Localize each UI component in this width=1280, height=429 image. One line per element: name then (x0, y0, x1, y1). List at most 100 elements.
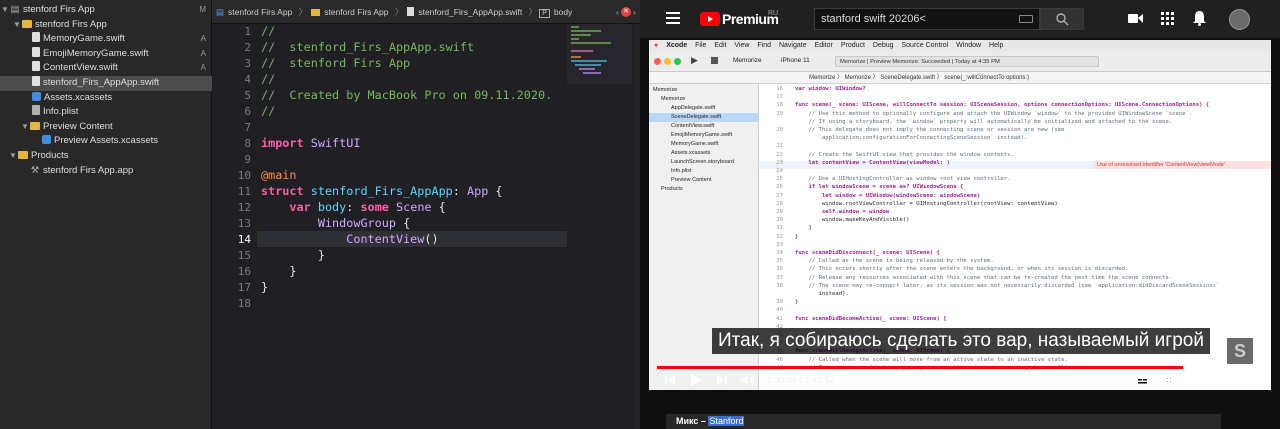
app-product-icon: ⚒ (30, 164, 40, 176)
line-number: 8 (244, 137, 251, 150)
nav-label: Info.plist (43, 106, 79, 118)
nav-item-group[interactable]: ▼ Products (0, 149, 212, 164)
nav-item-file[interactable]: ⚒ stenford Firs App.app (0, 164, 212, 179)
video-line-number: 34 (776, 250, 783, 256)
video-line-text: // This occurs shortly after the scene e… (795, 266, 1129, 273)
mix-prefix: Микс – (676, 416, 706, 426)
minimap[interactable] (567, 24, 632, 84)
chevron-right-icon[interactable]: › (633, 0, 636, 24)
fullscreen-icon[interactable] (1241, 374, 1253, 386)
nav-item-file[interactable]: MemoryGame.swift A (0, 32, 212, 47)
video-code-line: 40 (759, 307, 795, 313)
breadcrumb-item[interactable]: body (554, 7, 572, 17)
breadcrumb-item[interactable]: stenford Firs App (228, 7, 292, 17)
scm-status: M (199, 5, 206, 14)
type-token: SwiftUI (310, 136, 361, 150)
theater-mode-icon[interactable] (1215, 375, 1229, 385)
mix-playlist-header[interactable]: Микс – Stanford (666, 414, 1221, 429)
video-nav-item-selected: SceneDelegate.swift (649, 113, 759, 122)
type-token: App (467, 184, 489, 198)
video-code-line: 25 // Use a UIHostingController as windo… (759, 176, 1011, 183)
line-number: 9 (244, 153, 251, 166)
video-line-number: 16 (776, 86, 783, 92)
video-line-text: var window: UIWindow? (795, 86, 866, 92)
video-line-text: // Use a UIHostingController as window r… (795, 176, 1011, 183)
progress-bar[interactable] (657, 366, 1263, 369)
video-status-text: Memorize | Preview Memorize: Succeeded |… (840, 59, 1000, 65)
video-code-line: 33 (759, 242, 795, 248)
video-code-line: instead). (759, 291, 849, 297)
search-button[interactable] (1040, 8, 1084, 30)
keyboard-icon[interactable] (1019, 15, 1033, 23)
nav-item-file-selected[interactable]: stenford_Firs_AppApp.swift (0, 76, 212, 91)
channel-watermark[interactable]: S (1227, 338, 1253, 364)
source-editor[interactable]: 1 2 3 4 5 6 7 8 9 10 11 12 13 14 15 16 1… (212, 24, 640, 429)
disclosure-open-icon[interactable]: ▼ (12, 18, 22, 33)
swift-file-icon (407, 7, 415, 16)
video-menu-item: File (695, 42, 707, 49)
search-input[interactable]: stanford swift 20206< (814, 8, 1040, 30)
code-line-comment: // (261, 72, 276, 86)
region-code: RU (768, 10, 779, 17)
video-code-line: 24 (759, 168, 795, 174)
video-line-number: 40 (776, 307, 783, 314)
video-line-text: self.window = window (795, 209, 890, 215)
video-menu-item: Find (757, 42, 772, 49)
mix-title: Stanford (708, 416, 745, 426)
identifier-token: body (317, 200, 347, 214)
nav-item-file[interactable]: Assets.xcassets (0, 91, 212, 106)
volume-icon[interactable] (741, 374, 757, 386)
breadcrumb-item[interactable]: stenford Firs App (324, 7, 388, 17)
apps-grid-icon[interactable] (1161, 12, 1174, 25)
notifications-bell-icon[interactable] (1193, 11, 1206, 26)
video-line-text: // Release any resources associated with… (795, 274, 1173, 281)
video-menu-item: View (734, 42, 750, 49)
scm-status: A (200, 63, 206, 73)
code-line: var body: some Scene { (289, 200, 446, 214)
project-icon: ▤ (10, 4, 20, 15)
line-number-current: 14 (237, 233, 251, 246)
video-line-text: // Create the SwiftUI view that provides… (795, 151, 1014, 158)
disclosure-open-icon[interactable]: ▼ (20, 120, 30, 135)
code-line-attribute: @main (261, 168, 297, 182)
nav-item-group[interactable]: ▼ stenford Firs App (0, 18, 212, 33)
code-line-comment: // (261, 24, 276, 38)
breadcrumb-item[interactable]: stenford_Firs_AppApp.swift (418, 7, 522, 17)
disclosure-open-icon[interactable]: ▼ (8, 149, 18, 164)
nav-item-file[interactable]: ContentView.swift A (0, 61, 212, 76)
video-line-text: if let windowScene = scene as? UIWindowS… (795, 184, 964, 191)
apple-icon: ● (654, 42, 659, 49)
video-player[interactable]: ● Xcode File Edit View Find Navigate Edi… (649, 40, 1271, 390)
previous-icon[interactable] (665, 375, 675, 385)
nav-item-file[interactable]: Info.plist (0, 105, 212, 120)
youtube-header: Premium RU stanford swift 20206< (640, 0, 1280, 38)
miniplayer-icon[interactable] (1189, 375, 1203, 385)
player-controls: 1:30:09 / 1:43:52 (649, 370, 1271, 390)
nav-item-file[interactable]: Preview Assets.xcassets (0, 134, 212, 149)
chevron-left-icon[interactable]: ‹ (616, 0, 619, 24)
error-icon[interactable]: ✕ (621, 7, 631, 17)
nav-item-group[interactable]: ▼ Preview Content (0, 120, 212, 135)
play-icon[interactable] (691, 374, 702, 386)
youtube-logo-icon[interactable] (700, 12, 720, 26)
video-line-number: 26 (776, 184, 783, 191)
settings-gear-icon[interactable] (1163, 374, 1175, 386)
video-menu-item: Help (989, 42, 1004, 49)
video-code-line: 16 var window: UIWindow? (759, 86, 866, 92)
swift-file-icon (32, 46, 40, 57)
create-video-icon[interactable] (1128, 13, 1143, 24)
line-number: 6 (244, 105, 251, 118)
nav-item-project[interactable]: ▼ ▤ stenford Firs App M (0, 3, 212, 18)
avatar[interactable] (1229, 9, 1250, 30)
video-code-line: 21 (759, 143, 795, 149)
video-line-number: 28 (776, 200, 783, 207)
chevron-right-icon: 〉 (528, 7, 538, 17)
next-icon[interactable] (717, 375, 727, 385)
video-line-number: 38 (776, 282, 783, 289)
nav-item-file[interactable]: EmojiMemoryGame.swift A (0, 46, 212, 62)
video-code-line: 17 (759, 94, 795, 100)
hamburger-menu-icon[interactable] (666, 12, 680, 24)
subtitles-icon[interactable] (1136, 375, 1149, 385)
chevron-right-icon: 〉 (298, 7, 308, 17)
disclosure-open-icon[interactable]: ▼ (0, 3, 10, 18)
